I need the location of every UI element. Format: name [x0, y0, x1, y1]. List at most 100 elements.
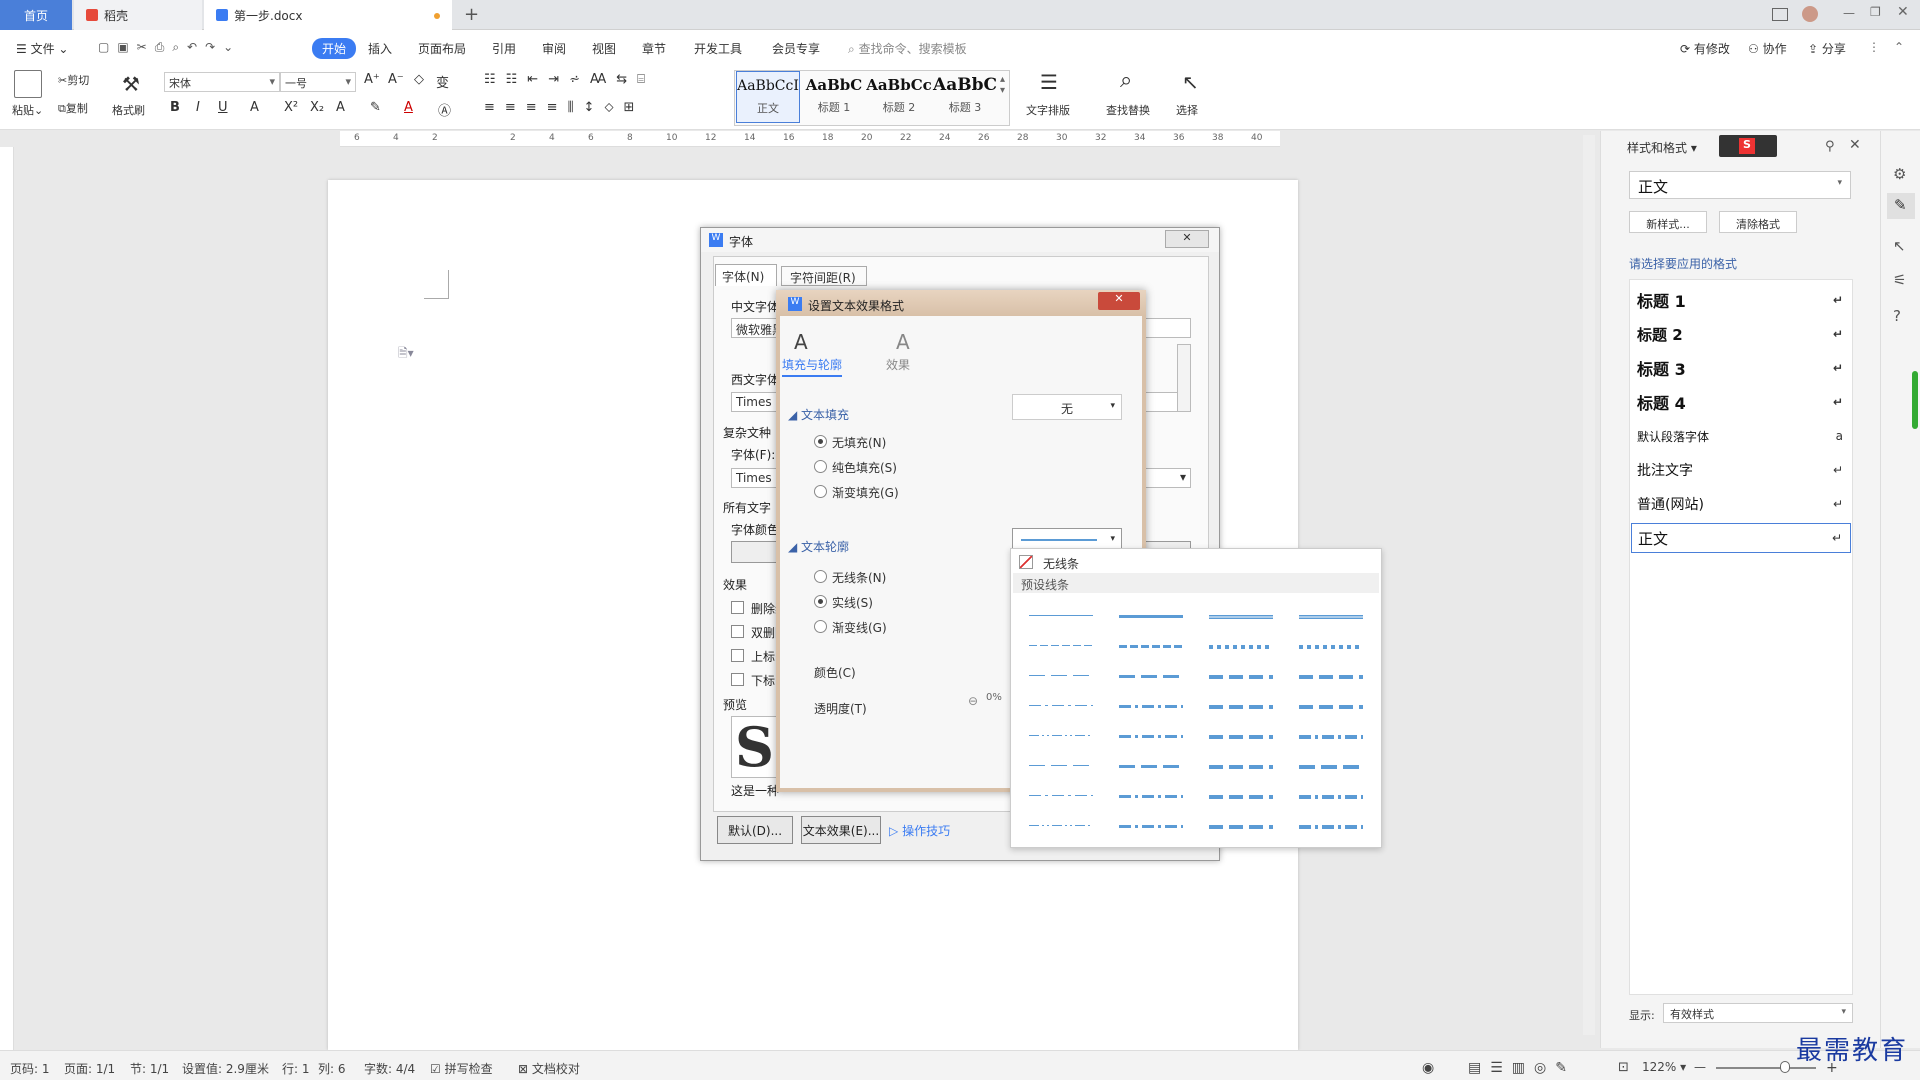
show-select[interactable]: 有效样式 ▾ [1663, 1003, 1853, 1023]
preset-line-option[interactable] [1299, 675, 1363, 679]
phonetic-icon[interactable]: 变 [436, 72, 449, 91]
preset-line-option[interactable] [1209, 705, 1273, 709]
ime-toolbar[interactable]: S [1719, 135, 1777, 157]
text-outline-section[interactable]: ◢ 文本轮廓 [788, 538, 849, 555]
spell-check-button[interactable]: ☑ 拼写检查 [430, 1060, 493, 1077]
tab-home[interactable]: 首页 [0, 0, 72, 30]
preset-line-option[interactable] [1209, 795, 1273, 799]
side-scroll-indicator[interactable] [1912, 371, 1918, 429]
select-cursor-icon[interactable]: ↖ [1182, 70, 1199, 94]
subscript-checkbox[interactable] [731, 673, 744, 686]
preset-line-option[interactable] [1029, 765, 1093, 766]
preset-line-option[interactable] [1299, 735, 1363, 739]
clear-format-icon[interactable]: ◇ [414, 72, 424, 87]
restore-icon[interactable]: ❐ [1870, 5, 1881, 19]
font-list-scrollbar[interactable] [1177, 344, 1191, 412]
menu-page-layout[interactable]: 页面布局 [418, 40, 466, 57]
highlight-icon[interactable]: ✎ [370, 100, 381, 115]
preset-line-option[interactable] [1119, 765, 1183, 768]
gradient-fill-radio[interactable] [814, 485, 827, 498]
preset-line-option[interactable] [1209, 615, 1273, 619]
new-style-button[interactable]: 新样式... [1629, 211, 1707, 233]
style-heading1[interactable]: AaBbC 标题 1 [802, 71, 866, 123]
bold-icon[interactable]: B [170, 100, 180, 115]
style-item-heading4[interactable]: 标题 4 ↵ [1631, 387, 1851, 417]
collapse-ribbon-icon[interactable]: ⌃ [1894, 40, 1904, 54]
paragraph-align-icons[interactable]: ≡≡≡≡⫼↕⬦⊞ [484, 100, 644, 115]
no-line-radio[interactable] [814, 570, 827, 583]
text-effects-button[interactable]: 文本效果(E)... [801, 816, 881, 844]
preset-line-option[interactable] [1029, 735, 1093, 736]
menu-review[interactable]: 审阅 [542, 40, 566, 57]
font-name-select[interactable]: 宋体 ▾ [164, 72, 280, 92]
transparency-minus-icon[interactable]: ⊖ [968, 694, 978, 708]
menu-chapter[interactable]: 章节 [642, 40, 666, 57]
preset-line-option[interactable] [1299, 825, 1363, 829]
collaborate-button[interactable]: ⚇ 协作 [1748, 40, 1787, 57]
layout-icon[interactable] [1772, 8, 1788, 21]
fit-page-icon[interactable]: ⊡ [1618, 1060, 1629, 1075]
char-border-icon[interactable]: Ⓐ [438, 100, 451, 119]
menu-view[interactable]: 视图 [592, 40, 616, 57]
command-search[interactable]: ⌕ 查找命令、搜索模板 [848, 40, 967, 57]
clear-format-button[interactable]: 清除格式 [1719, 211, 1797, 233]
text-fill-section[interactable]: ◢ 文本填充 [788, 406, 849, 423]
default-button[interactable]: 默认(D)... [717, 816, 793, 844]
new-tab-button[interactable]: + [464, 4, 479, 25]
menu-member[interactable]: 会员专享 [772, 40, 820, 57]
text-layout-button[interactable]: 文字排版 [1026, 102, 1070, 118]
shrink-font-icon[interactable]: A⁻ [388, 72, 404, 87]
preset-line-option[interactable] [1299, 795, 1363, 799]
pin-icon[interactable]: ⚲ [1825, 139, 1835, 154]
preset-line-option[interactable] [1209, 735, 1273, 739]
minimize-icon[interactable]: — [1843, 6, 1855, 20]
preset-line-option[interactable] [1029, 825, 1093, 826]
style-heading2[interactable]: AaBbCc 标题 2 [866, 71, 932, 123]
fill-select[interactable]: 无 ▾ [1012, 394, 1122, 420]
preset-line-option[interactable] [1119, 795, 1183, 798]
tab-daoke[interactable]: 稻壳 [74, 0, 202, 30]
preset-line-option[interactable] [1119, 675, 1183, 678]
preset-line-option[interactable] [1029, 645, 1093, 646]
preset-line-option[interactable] [1029, 675, 1093, 676]
find-replace-button[interactable]: 查找替换 [1106, 102, 1150, 118]
proofread-button[interactable]: ⊠ 文档校对 [518, 1060, 580, 1077]
horizontal-ruler[interactable]: 6 4 2 2 4 6 8 10 12 14 16 18 20 22 24 26 28 30 32 34 36 38 40 [340, 131, 1280, 147]
vertical-ruler[interactable] [0, 147, 14, 1050]
text-layout-icon[interactable]: ☰ [1040, 70, 1058, 94]
preset-line-option[interactable] [1029, 795, 1093, 796]
style-pane-toggle-icon[interactable]: ✎ [1887, 193, 1915, 219]
preset-line-option[interactable] [1119, 645, 1183, 648]
style-item-default-font[interactable]: 默认段落字体 a [1631, 421, 1851, 451]
style-item-heading1[interactable]: 标题 1 ↵ [1631, 285, 1851, 315]
avatar[interactable] [1802, 6, 1818, 22]
preset-line-option[interactable] [1209, 645, 1273, 649]
no-fill-radio[interactable] [814, 435, 827, 448]
preset-line-option[interactable] [1119, 735, 1183, 738]
double-strike-checkbox[interactable] [731, 625, 744, 638]
revisions-button[interactable]: ⟳ 有修改 [1680, 40, 1730, 57]
zoom-slider[interactable] [1716, 1067, 1816, 1069]
font-dialog-close-button[interactable]: ✕ [1165, 230, 1209, 248]
menu-insert[interactable]: 插入 [368, 40, 392, 57]
close-icon[interactable]: ✕ [1897, 4, 1909, 20]
preset-line-option[interactable] [1299, 705, 1363, 709]
style-item-web[interactable]: 普通(网站) ↵ [1631, 489, 1851, 519]
copy-button[interactable]: ⧉复制 [58, 100, 88, 116]
quick-access-icons[interactable]: ▢▣✂⎙⌕↶↷⌄ [98, 40, 241, 55]
tab-fill-outline[interactable]: 填充与轮廓 [782, 356, 843, 377]
current-style-select[interactable]: 正文 ▾ [1629, 171, 1851, 199]
status-words[interactable]: 字数: 4/4 [364, 1060, 415, 1077]
document-scrollbar[interactable] [1583, 135, 1595, 1035]
eye-protection-icon[interactable]: ◉ [1422, 1060, 1434, 1076]
format-painter-icon[interactable]: ⚒ [122, 72, 140, 96]
no-line-option[interactable]: 无线条 [1043, 555, 1079, 572]
paragraph-list-icons[interactable]: ☷☷⇤⇥⩫Ꜳ⇆⌸ [484, 72, 655, 87]
grow-font-icon[interactable]: A⁺ [364, 72, 380, 87]
paste-options-icon[interactable]: 🗎▾ [398, 344, 414, 365]
text-effect-icon[interactable]: A [336, 100, 345, 115]
font-tab[interactable]: 字体(N) [715, 264, 777, 286]
gradient-line-radio[interactable] [814, 620, 827, 633]
zoom-slider-thumb[interactable] [1780, 1061, 1790, 1073]
effects-dialog-close-button[interactable]: ✕ [1098, 292, 1140, 310]
